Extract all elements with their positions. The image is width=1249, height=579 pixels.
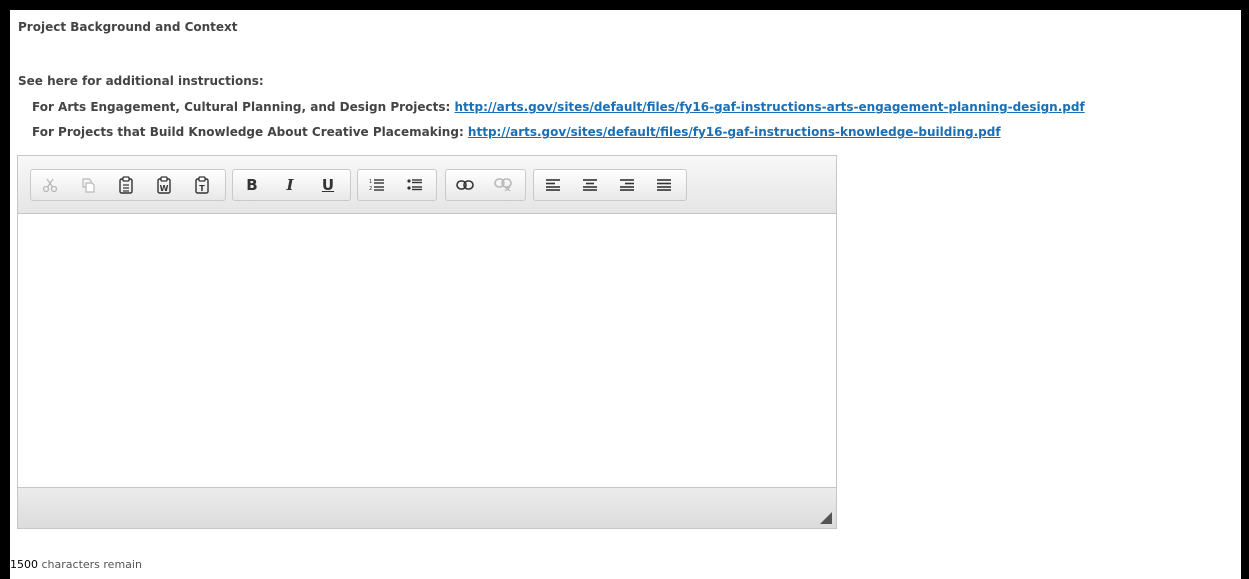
- characters-remaining-label: characters remain: [38, 558, 142, 571]
- bullet-list-button[interactable]: [396, 171, 434, 199]
- svg-text:2: 2: [369, 186, 372, 192]
- knowledge-building-instructions-link[interactable]: http://arts.gov/sites/default/files/fy16…: [468, 125, 1001, 139]
- link-button[interactable]: [446, 171, 484, 199]
- justify-icon: [656, 179, 671, 191]
- paste-word-icon: W: [157, 176, 171, 194]
- instructions-heading: See here for additional instructions:: [18, 74, 264, 88]
- cut-button[interactable]: [31, 171, 69, 199]
- instruction-label: For Projects that Build Knowledge About …: [32, 125, 468, 139]
- arts-engagement-instructions-link[interactable]: http://arts.gov/sites/default/files/fy16…: [455, 100, 1085, 114]
- bullet-list-icon: [407, 179, 422, 191]
- copy-button[interactable]: [69, 171, 107, 199]
- ordered-list-icon: 12: [369, 179, 384, 192]
- character-counter: 1500 characters remain: [10, 558, 142, 571]
- align-left-icon: [545, 179, 560, 191]
- paste-from-word-button[interactable]: W: [145, 171, 183, 199]
- instruction-line-arts-engagement: For Arts Engagement, Cultural Planning, …: [32, 100, 1085, 114]
- align-center-icon: [582, 179, 597, 191]
- svg-text:T: T: [199, 184, 205, 193]
- copy-icon: [82, 178, 95, 193]
- link-group: [445, 169, 526, 201]
- align-right-icon: [619, 179, 634, 191]
- paste-icon: [119, 176, 133, 194]
- resize-handle-icon[interactable]: [820, 512, 832, 524]
- svg-text:W: W: [160, 184, 169, 193]
- paste-as-text-button[interactable]: T: [183, 171, 221, 199]
- unlink-icon: [494, 178, 512, 192]
- clipboard-group: W T: [30, 169, 226, 201]
- alignment-group: [533, 169, 687, 201]
- characters-remaining-count: 1500: [10, 558, 38, 571]
- svg-text:1: 1: [369, 179, 372, 185]
- align-left-button[interactable]: [534, 171, 571, 199]
- editor-toolbar: W T B I U 12: [18, 156, 836, 214]
- italic-button[interactable]: I: [271, 171, 309, 199]
- editor-statusbar: [18, 487, 836, 528]
- instruction-label: For Arts Engagement, Cultural Planning, …: [32, 100, 455, 114]
- unlink-button[interactable]: [484, 171, 522, 199]
- list-group: 12: [357, 169, 437, 201]
- text-style-group: B I U: [232, 169, 351, 201]
- editor-content-area[interactable]: [18, 214, 836, 488]
- justify-button[interactable]: [645, 171, 682, 199]
- paste-text-icon: T: [195, 176, 209, 194]
- section-title: Project Background and Context: [18, 20, 238, 34]
- align-right-button[interactable]: [608, 171, 645, 199]
- align-center-button[interactable]: [571, 171, 608, 199]
- ordered-list-button[interactable]: 12: [358, 171, 396, 199]
- underline-button[interactable]: U: [309, 171, 347, 199]
- form-panel: Project Background and Context See here …: [8, 8, 1245, 579]
- rich-text-editor: W T B I U 12: [17, 155, 837, 529]
- paste-button[interactable]: [107, 171, 145, 199]
- scissors-icon: [42, 178, 58, 193]
- link-icon: [456, 180, 474, 190]
- instruction-line-knowledge-building: For Projects that Build Knowledge About …: [32, 125, 1001, 139]
- bold-button[interactable]: B: [233, 171, 271, 199]
